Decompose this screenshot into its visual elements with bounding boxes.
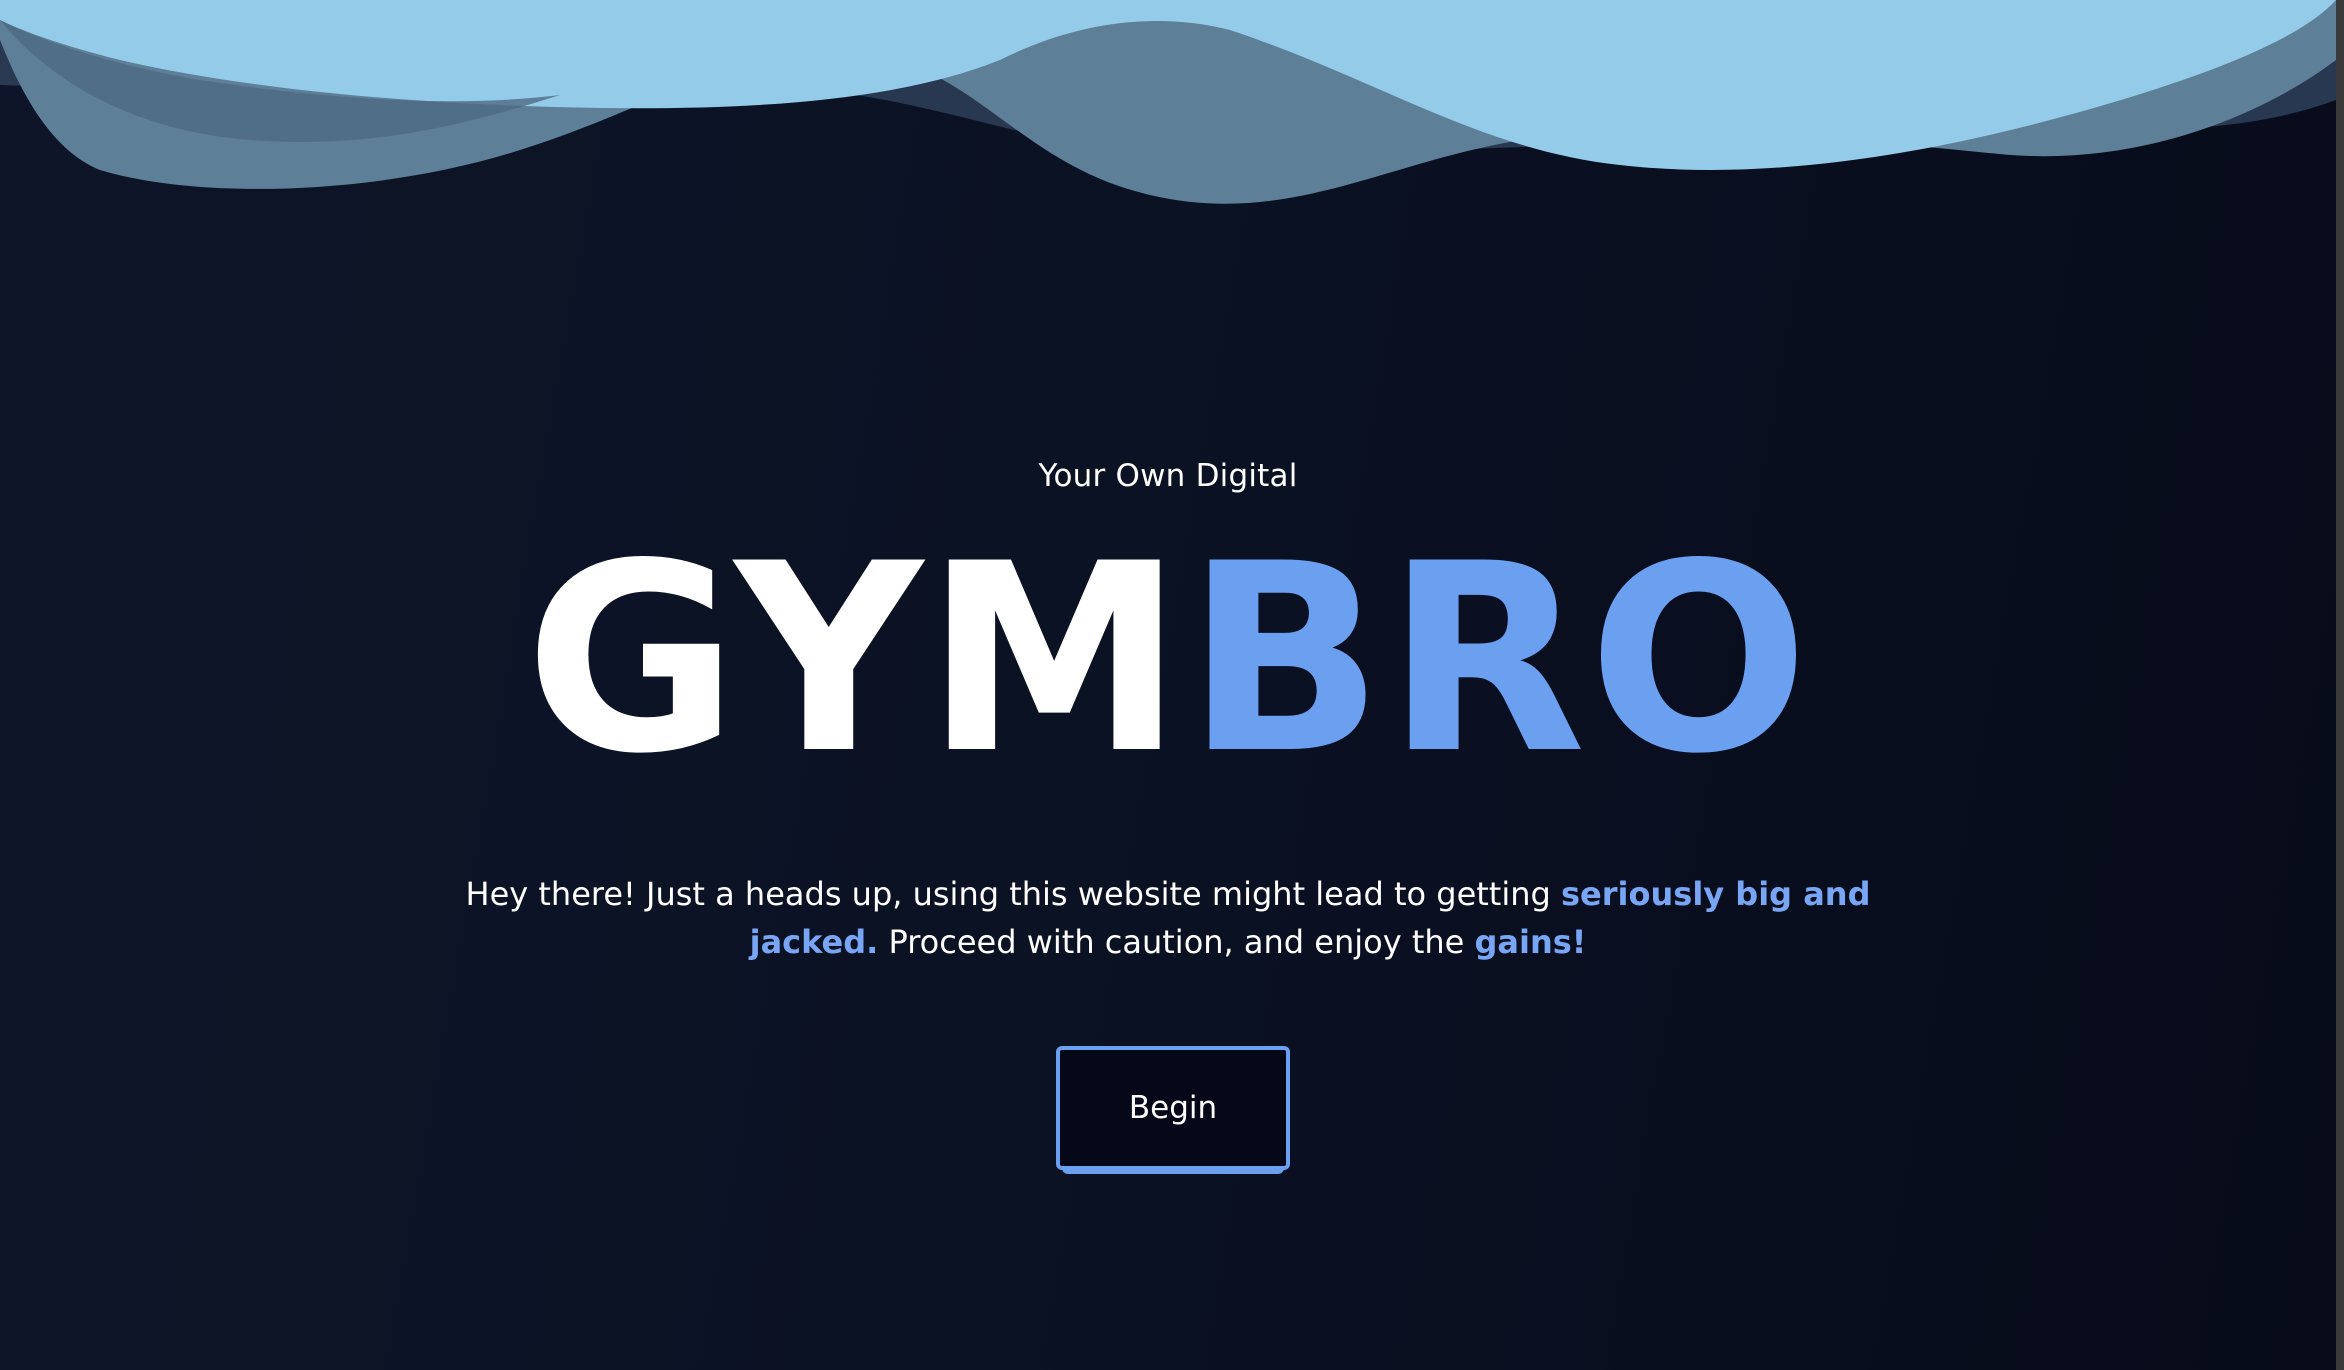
hero-title-gym: GYM — [524, 509, 1186, 811]
description-highlight-gains: gains! — [1474, 923, 1587, 961]
description-text-2: Proceed with caution, and enjoy the — [878, 923, 1475, 961]
hero-eyebrow: Your Own Digital — [1038, 458, 1298, 494]
begin-button-wrapper: Begin — [1056, 1046, 1290, 1174]
hero-title-bro: BRO — [1185, 509, 1812, 811]
description-text-1: Hey there! Just a heads up, using this w… — [465, 875, 1561, 913]
landing-page: Your Own Digital GYMBRO Hey there! Just … — [0, 0, 2344, 1370]
window-edge — [2336, 0, 2344, 1370]
hero-description: Hey there! Just a heads up, using this w… — [400, 870, 1936, 966]
begin-button[interactable]: Begin — [1056, 1046, 1290, 1170]
hero-title: GYMBRO — [0, 520, 2336, 800]
hero-section: Your Own Digital GYMBRO Hey there! Just … — [0, 0, 2336, 1370]
